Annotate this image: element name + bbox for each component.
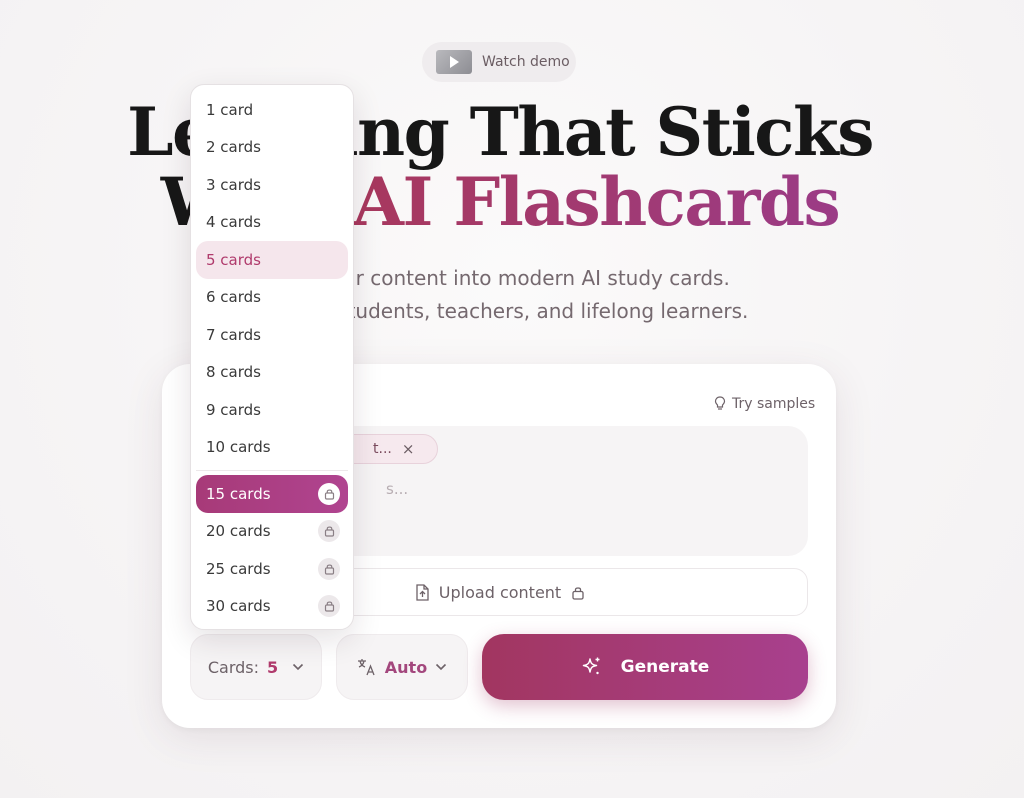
- hero-title-line1: Learning That Sticks: [127, 93, 874, 171]
- dropdown-option[interactable]: 4 cards: [196, 204, 348, 242]
- dropdown-option-label: 5 cards: [206, 250, 261, 269]
- lock-icon: [572, 586, 584, 600]
- hero-title-line2-accent: AI Flashcards: [352, 163, 841, 241]
- generate-button[interactable]: Generate: [482, 634, 808, 700]
- dropdown-option-locked-highlighted[interactable]: 15 cards: [196, 475, 348, 513]
- lock-icon: [318, 482, 340, 505]
- upload-content-label: Upload content: [438, 582, 562, 602]
- dropdown-option[interactable]: 7 cards: [196, 316, 348, 354]
- dropdown-option-label: 25 cards: [206, 559, 271, 578]
- hero-subtitle: Turn your content into modern AI study c…: [0, 262, 1000, 328]
- dropdown-option-label: 8 cards: [206, 363, 261, 382]
- dropdown-option[interactable]: 10 cards: [196, 429, 348, 467]
- sparkles-icon: [582, 657, 600, 675]
- dropdown-option-locked[interactable]: 30 cards: [196, 588, 348, 626]
- hero-subtitle-line2: Built for students, teachers, and lifelo…: [251, 299, 749, 323]
- dropdown-option-label: 1 card: [206, 100, 254, 119]
- upload-file-icon: [416, 583, 429, 601]
- cards-count-label: Cards:: [207, 657, 259, 677]
- dropdown-option-label: 30 cards: [206, 597, 271, 616]
- watch-demo-button[interactable]: Watch demo: [422, 42, 576, 82]
- cards-count-dropdown: 1 card 2 cards 3 cards 4 cards 5 cards 6…: [190, 84, 354, 630]
- dropdown-option[interactable]: 2 cards: [196, 129, 348, 167]
- dropdown-option-selected[interactable]: 5 cards: [196, 241, 348, 279]
- watch-demo-label: Watch demo: [482, 54, 570, 70]
- dropdown-option-label: 3 cards: [206, 175, 261, 194]
- hero-subtitle-line1: Turn your content into modern AI study c…: [270, 266, 730, 290]
- dropdown-option-label: 6 cards: [206, 288, 261, 307]
- cards-count-value: 5: [267, 657, 279, 677]
- try-samples-label: Try samples: [732, 396, 816, 412]
- dropdown-option[interactable]: 8 cards: [196, 354, 348, 392]
- lightbulb-icon: [714, 396, 726, 410]
- translate-icon: [357, 659, 375, 676]
- hero-title-line2: With AI Flashcards: [0, 166, 1000, 238]
- content-placeholder: s...: [386, 480, 409, 498]
- hero-title: Learning That Sticks With AI Flashcards: [0, 96, 1000, 238]
- chevron-down-icon: [293, 663, 304, 671]
- dropdown-option-locked[interactable]: 25 cards: [196, 550, 348, 588]
- chevron-down-icon: [436, 663, 447, 671]
- content-chip-label: t...: [373, 441, 392, 457]
- generate-label: Generate: [620, 657, 710, 677]
- dropdown-option-label: 9 cards: [206, 400, 261, 419]
- close-icon[interactable]: ×: [402, 440, 415, 458]
- dropdown-option-label: 7 cards: [206, 325, 261, 344]
- dropdown-option-locked[interactable]: 20 cards: [196, 513, 348, 551]
- language-value: Auto: [384, 657, 428, 677]
- dropdown-option-label: 4 cards: [206, 213, 261, 232]
- dropdown-option-label: 2 cards: [206, 138, 261, 157]
- lock-icon: [318, 520, 340, 543]
- video-thumbnail-icon: [436, 50, 472, 74]
- dropdown-option[interactable]: 6 cards: [196, 279, 348, 317]
- try-samples-button[interactable]: Try samples: [714, 396, 815, 412]
- lock-icon: [318, 595, 340, 618]
- dropdown-option[interactable]: 3 cards: [196, 166, 348, 204]
- cards-count-select[interactable]: Cards: 5: [190, 634, 322, 700]
- dropdown-option[interactable]: 1 card: [196, 91, 348, 129]
- language-select[interactable]: Auto: [336, 634, 468, 700]
- dropdown-option-label: 10 cards: [206, 438, 271, 457]
- dropdown-option[interactable]: 9 cards: [196, 391, 348, 429]
- dropdown-option-label: 20 cards: [206, 522, 271, 541]
- dropdown-option-label: 15 cards: [206, 484, 271, 503]
- lock-icon: [318, 557, 340, 580]
- dropdown-divider: [196, 470, 348, 471]
